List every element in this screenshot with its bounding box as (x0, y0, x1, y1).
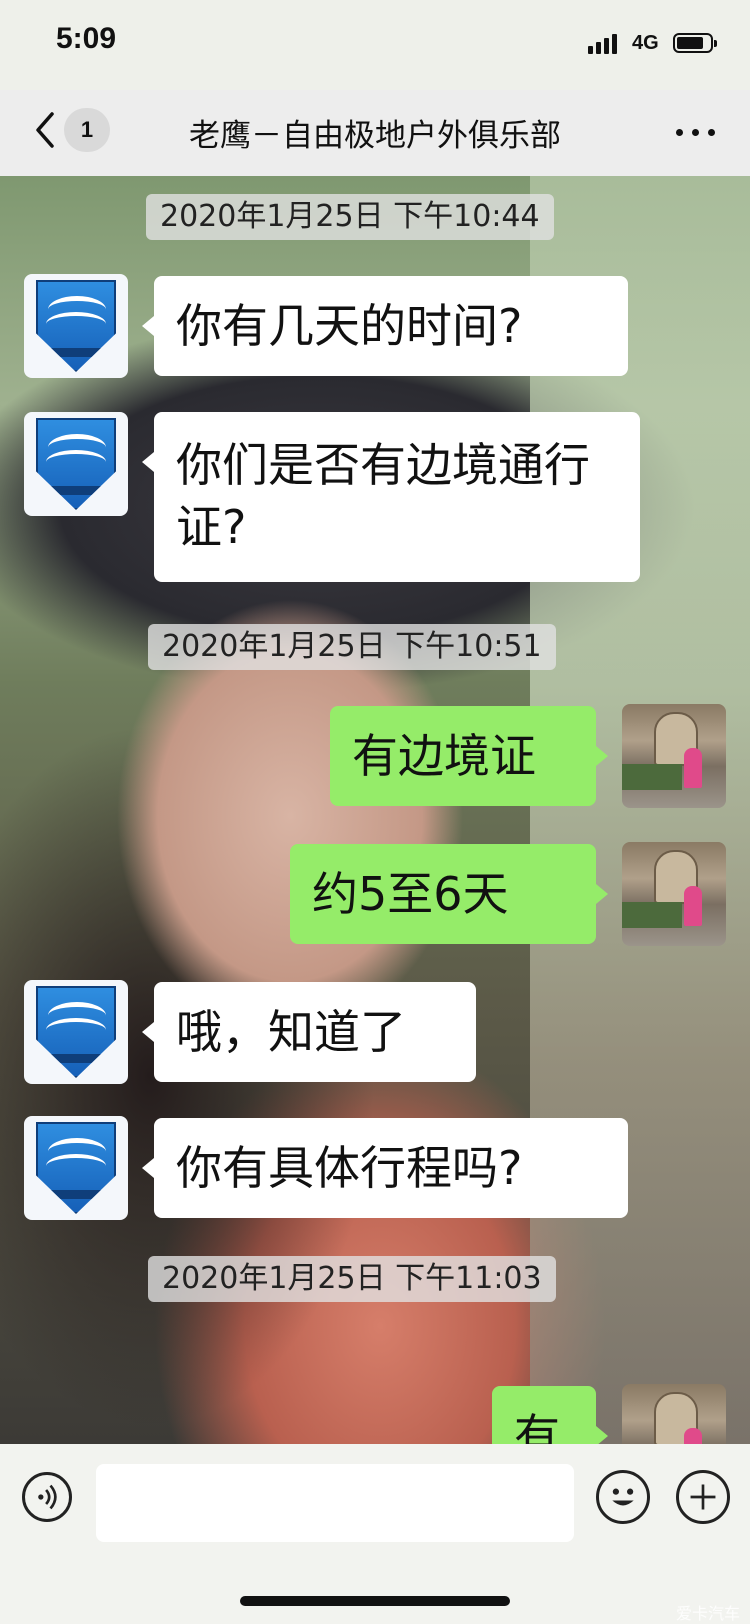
voice-icon[interactable] (22, 1472, 72, 1522)
timestamp: 2020年1月25日 下午10:44 (146, 194, 554, 240)
message-bubble-incoming[interactable]: 你有具体行程吗? (142, 1118, 628, 1218)
plus-icon[interactable] (676, 1470, 730, 1524)
back-chevron-icon[interactable] (30, 108, 60, 152)
contact-avatar[interactable] (24, 1116, 128, 1220)
message-bubble-incoming[interactable]: 你有几天的时间? (142, 276, 628, 376)
message-bubble-incoming[interactable]: 你们是否有边境通行证? (142, 412, 640, 582)
timestamp: 2020年1月25日 下午11:03 (148, 1256, 556, 1302)
unread-count-badge[interactable]: 1 (64, 108, 110, 152)
contact-avatar[interactable] (24, 274, 128, 378)
my-avatar[interactable] (622, 842, 726, 946)
contact-avatar[interactable] (24, 980, 128, 1084)
signal-icon (588, 34, 624, 54)
home-indicator[interactable] (240, 1596, 510, 1606)
status-time: 5:09 (56, 22, 117, 55)
more-icon[interactable] (670, 112, 720, 152)
battery-icon (673, 33, 717, 53)
my-avatar[interactable] (622, 704, 726, 808)
chat-header: 1 老鹰－自由极地户外俱乐部 (0, 90, 750, 176)
watermark: 爱卡汽车 (676, 1604, 741, 1623)
input-bar (0, 1444, 750, 1624)
network-type: 4G (632, 32, 659, 54)
chat-title: 老鹰－自由极地户外俱乐部 (189, 118, 561, 154)
timestamp: 2020年1月25日 下午10:51 (148, 624, 556, 670)
emoji-icon[interactable] (596, 1470, 650, 1524)
contact-avatar[interactable] (24, 412, 128, 516)
my-avatar[interactable] (622, 1384, 726, 1444)
message-list[interactable]: 2020年1月25日 下午10:44 你有几天的时间? 你们是否有边境通行证? … (0, 176, 750, 1444)
message-bubble-outgoing[interactable]: 约5至6天 (290, 844, 608, 944)
message-bubble-incoming[interactable]: 哦，知道了 (142, 982, 476, 1082)
message-bubble-outgoing[interactable]: 有 (492, 1386, 608, 1444)
message-input[interactable] (96, 1464, 574, 1542)
message-bubble-outgoing[interactable]: 有边境证 (330, 706, 608, 806)
status-bar: 5:09 4G (0, 0, 750, 90)
